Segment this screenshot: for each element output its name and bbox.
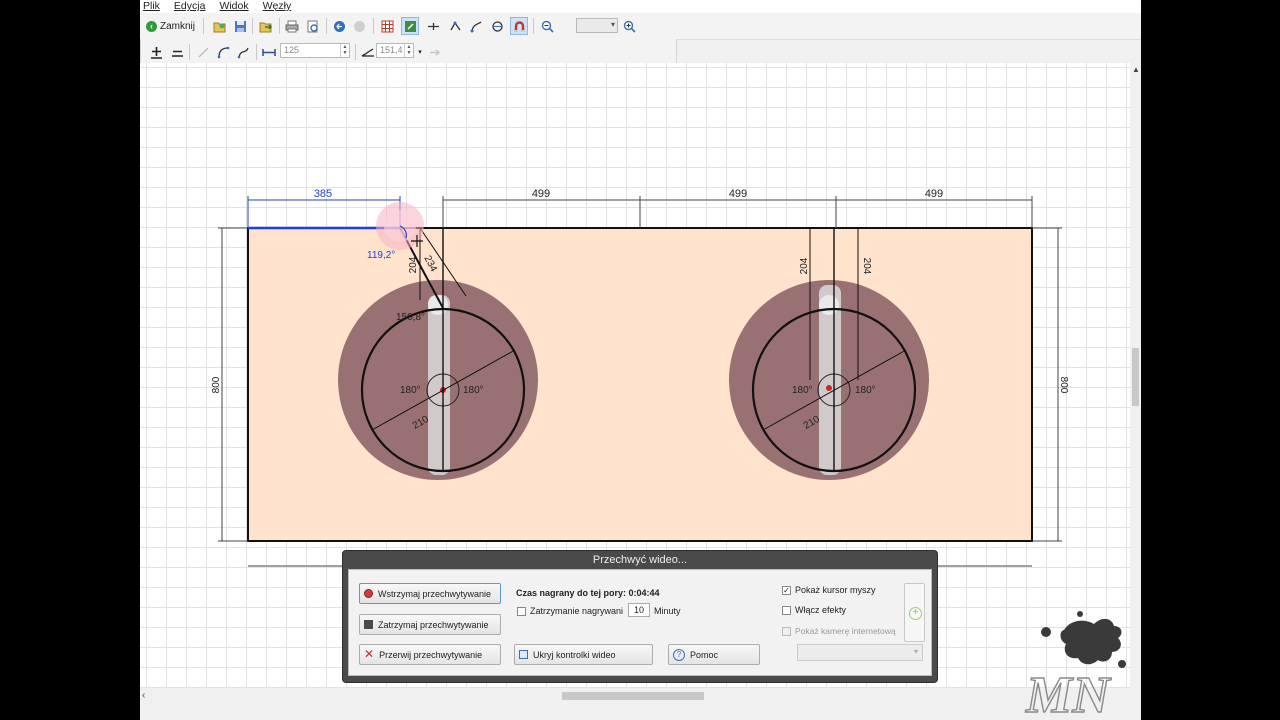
show-cursor-label: Pokaż kursor myszy [795, 585, 876, 595]
watermark-text: MN [1025, 667, 1112, 720]
dim-label-499-b: 499 [729, 188, 747, 200]
dim-label-385: 385 [314, 188, 332, 200]
stop-capture-button[interactable]: Zatrzymaj przechwytywanie [359, 614, 501, 635]
stop-capture-label: Zatrzymaj przechwytywanie [378, 619, 489, 630]
add-effect-button[interactable]: + [904, 583, 925, 642]
sink-dim-label: 204 [799, 257, 810, 274]
watermark-logo: MN [1024, 611, 1126, 720]
effects-checkbox[interactable]: Włącz efekty [782, 605, 846, 615]
webcam-label: Pokaż kamerę internetową [795, 626, 896, 636]
recorded-time: Czas nagrany do tej pory: 0:04:44 [516, 588, 660, 598]
sink-angle-label: 180° [463, 385, 484, 396]
stop-after-label: Zatrzymanie nagrywani [530, 606, 624, 616]
sink-angle-label: 180° [855, 385, 876, 396]
video-capture-title[interactable]: Przechwyć wideo... [343, 552, 937, 569]
help-icon: ? [673, 648, 685, 661]
checkbox-box[interactable]: ✓ [782, 585, 791, 595]
checkbox-box[interactable] [782, 626, 791, 636]
effects-label: Włącz efekty [795, 605, 847, 615]
help-button[interactable]: ? Pomoc [668, 644, 760, 665]
sink-angle-label: 150,8° [396, 312, 425, 323]
cancel-icon: ✕ [364, 647, 375, 661]
minutes-label: Minuty [654, 606, 681, 616]
video-capture-dialog: Przechwyć wideo... Wstrzymaj przechwytyw… [343, 551, 937, 682]
checkbox-box[interactable] [517, 606, 526, 616]
angle-label: 119,2° [367, 250, 395, 261]
webcam-checkbox[interactable]: Pokaż kamerę internetową [782, 626, 896, 636]
plus-icon: + [909, 607, 922, 620]
minutes-input[interactable]: 10 [628, 603, 650, 617]
hide-controls-icon [519, 650, 528, 659]
pause-capture-button[interactable]: Wstrzymaj przechwytywanie [359, 583, 501, 604]
sink-angle-label: 180° [792, 385, 813, 396]
sink-angle-label: 180° [400, 385, 421, 396]
hide-controls-button[interactable]: Ukryj kontrolki wideo [514, 644, 653, 665]
sink-dim-label: 204 [408, 256, 419, 273]
help-label: Pomoc [690, 649, 719, 660]
stop-after-checkbox[interactable]: Zatrzymanie nagrywani [517, 606, 623, 616]
checkbox-box[interactable] [782, 605, 791, 615]
hide-controls-label: Ukryj kontrolki wideo [533, 649, 616, 660]
dim-label-499-a: 499 [532, 188, 550, 200]
show-cursor-checkbox[interactable]: ✓ Pokaż kursor myszy [782, 585, 876, 595]
height-label-right: 800 [1058, 377, 1069, 394]
height-label-left: 800 [211, 376, 222, 393]
sink-dim-label: 204 [861, 258, 872, 275]
pause-capture-label: Wstrzymaj przechwytywanie [378, 588, 492, 599]
chevron-down-icon: ▾ [913, 647, 918, 656]
webcam-select[interactable]: ▾ [797, 644, 923, 661]
stop-icon [364, 620, 373, 629]
dim-label-499-c: 499 [925, 188, 943, 200]
cancel-capture-label: Przerwij przechwytywanie [379, 649, 483, 660]
cancel-capture-button[interactable]: ✕ Przerwij przechwytywanie [359, 644, 501, 665]
video-capture-body: Wstrzymaj przechwytywanie Zatrzymaj prze… [348, 569, 932, 676]
record-icon [364, 589, 373, 598]
